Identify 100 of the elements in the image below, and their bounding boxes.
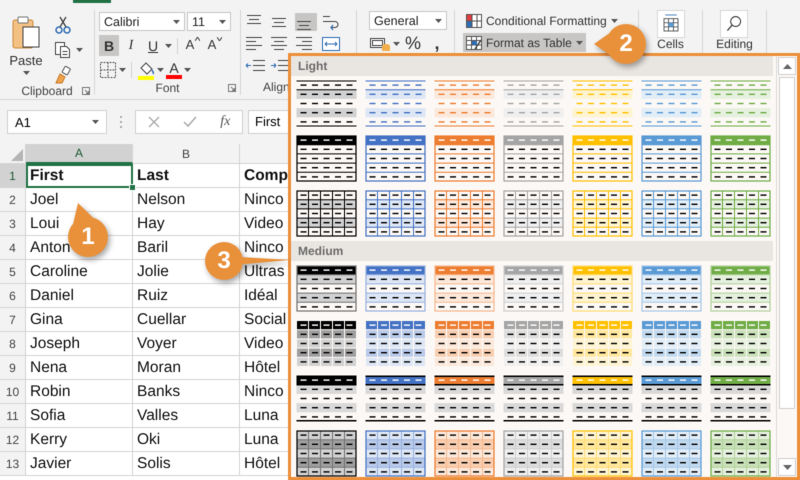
table-style-thumbnail[interactable] bbox=[641, 430, 702, 477]
down-arrow-icon[interactable] bbox=[782, 464, 792, 470]
row-header[interactable]: 10 bbox=[0, 380, 26, 404]
caret-icon[interactable] bbox=[435, 18, 442, 22]
conditional-formatting-icon[interactable] bbox=[466, 14, 482, 28]
table-style-thumbnail[interactable] bbox=[296, 80, 357, 127]
borders-icon[interactable] bbox=[99, 60, 117, 78]
table-style-thumbnail[interactable] bbox=[434, 190, 495, 237]
chevron-icon[interactable] bbox=[195, 37, 200, 41]
table-style-thumbnail[interactable] bbox=[503, 80, 564, 127]
table-style-thumbnail[interactable] bbox=[641, 190, 702, 237]
table-cell[interactable]: Last bbox=[133, 164, 240, 188]
table-style-thumbnail[interactable] bbox=[641, 320, 702, 367]
bold-button[interactable]: B bbox=[99, 35, 119, 56]
table-cell[interactable]: Nelson bbox=[133, 188, 240, 212]
number-format-dropdown[interactable]: General bbox=[369, 11, 447, 30]
caret-icon[interactable] bbox=[119, 68, 126, 72]
row-header[interactable]: 4 bbox=[0, 236, 26, 260]
table-style-thumbnail[interactable] bbox=[365, 190, 426, 237]
table-style-thumbnail[interactable] bbox=[296, 430, 357, 477]
formula-input[interactable]: First bbox=[248, 110, 288, 134]
table-style-thumbnail[interactable] bbox=[710, 430, 771, 477]
table-style-thumbnail[interactable] bbox=[434, 320, 495, 367]
table-style-thumbnail[interactable] bbox=[503, 135, 564, 182]
row-header[interactable]: 7 bbox=[0, 308, 26, 332]
caret-icon[interactable] bbox=[76, 48, 83, 52]
cells-button[interactable]: Cells bbox=[656, 10, 684, 51]
name-box[interactable]: A1 bbox=[7, 110, 107, 134]
table-style-thumbnail[interactable] bbox=[641, 135, 702, 182]
table-style-thumbnail[interactable] bbox=[434, 375, 495, 422]
table-cell[interactable]: Ruiz bbox=[133, 284, 240, 308]
row-header[interactable]: 11 bbox=[0, 404, 26, 428]
scroll-up-button[interactable] bbox=[778, 57, 796, 75]
row-header[interactable]: 5 bbox=[0, 260, 26, 284]
brush-icon[interactable] bbox=[54, 66, 72, 84]
table-style-thumbnail[interactable] bbox=[365, 80, 426, 127]
caret-icon[interactable] bbox=[393, 42, 400, 46]
row-header[interactable]: 1 bbox=[0, 164, 26, 188]
table-cell[interactable]: Nena bbox=[26, 356, 133, 380]
table-style-thumbnail[interactable] bbox=[365, 135, 426, 182]
table-cell[interactable]: Caroline bbox=[26, 260, 133, 284]
table-style-thumbnail[interactable] bbox=[296, 190, 357, 237]
table-brush-icon[interactable] bbox=[466, 36, 482, 50]
caret-icon[interactable] bbox=[219, 20, 226, 24]
caret-icon[interactable] bbox=[184, 68, 191, 72]
table-cell[interactable]: Voyer bbox=[133, 332, 240, 356]
row-header[interactable]: 12 bbox=[0, 428, 26, 452]
font-color-button[interactable]: A bbox=[166, 60, 182, 78]
insert-function-button[interactable]: fx bbox=[220, 114, 230, 130]
table-style-thumbnail[interactable] bbox=[434, 430, 495, 477]
table-style-thumbnail[interactable] bbox=[710, 80, 771, 127]
paste-button[interactable]: Paste bbox=[4, 10, 48, 84]
caret-icon[interactable] bbox=[22, 71, 30, 75]
table-cell[interactable]: Joseph bbox=[26, 332, 133, 356]
column-header[interactable]: A bbox=[26, 144, 133, 164]
dialog-launcher-icon[interactable] bbox=[228, 84, 236, 92]
clipboard-icon[interactable] bbox=[11, 16, 41, 50]
table-style-thumbnail[interactable] bbox=[365, 265, 426, 312]
table-icon[interactable] bbox=[656, 10, 684, 38]
table-style-thumbnail[interactable] bbox=[296, 320, 357, 367]
caret-icon[interactable] bbox=[92, 120, 99, 124]
row-header[interactable]: 3 bbox=[0, 212, 26, 236]
editing-button[interactable]: Editing bbox=[716, 10, 753, 51]
table-style-thumbnail[interactable] bbox=[296, 135, 357, 182]
table-cell[interactable]: Hay bbox=[133, 212, 240, 236]
table-style-thumbnail[interactable] bbox=[710, 190, 771, 237]
table-style-thumbnail[interactable] bbox=[365, 430, 426, 477]
table-cell[interactable]: Kerry bbox=[26, 428, 133, 452]
table-style-thumbnail[interactable] bbox=[710, 375, 771, 422]
table-cell[interactable]: Solis bbox=[133, 452, 240, 476]
copy-icon[interactable] bbox=[54, 41, 72, 59]
table-style-thumbnail[interactable] bbox=[365, 320, 426, 367]
table-cell[interactable]: Sofia bbox=[26, 404, 133, 428]
table-style-thumbnail[interactable] bbox=[572, 80, 633, 127]
table-style-thumbnail[interactable] bbox=[641, 80, 702, 127]
bottom-align-button[interactable] bbox=[295, 13, 317, 31]
table-style-thumbnail[interactable] bbox=[434, 135, 495, 182]
cut-icon[interactable] bbox=[54, 16, 72, 34]
table-style-thumbnail[interactable] bbox=[503, 430, 564, 477]
chevron-icon[interactable] bbox=[217, 37, 222, 41]
grow-font-button[interactable]: A bbox=[183, 35, 203, 56]
table-cell[interactable]: Gina bbox=[26, 308, 133, 332]
column-header[interactable]: B bbox=[133, 144, 240, 164]
table-cell[interactable]: Javier bbox=[26, 452, 133, 476]
font-name-dropdown[interactable]: Calibri bbox=[99, 12, 185, 31]
caret-icon[interactable] bbox=[165, 44, 172, 48]
table-cell[interactable]: Banks bbox=[133, 380, 240, 404]
table-cell[interactable]: First bbox=[26, 164, 133, 188]
table-style-thumbnail[interactable] bbox=[296, 265, 357, 312]
table-style-thumbnail[interactable] bbox=[710, 320, 771, 367]
row-header[interactable]: 8 bbox=[0, 332, 26, 356]
table-style-thumbnail[interactable] bbox=[641, 375, 702, 422]
caret-icon[interactable] bbox=[173, 20, 180, 24]
table-style-thumbnail[interactable] bbox=[710, 135, 771, 182]
table-cell[interactable]: Daniel bbox=[26, 284, 133, 308]
fill-color-icon[interactable] bbox=[137, 60, 155, 80]
table-style-thumbnail[interactable] bbox=[572, 375, 633, 422]
scroll-down-button[interactable] bbox=[778, 458, 796, 476]
table-cell[interactable]: Valles bbox=[133, 404, 240, 428]
table-cell[interactable]: Oki bbox=[133, 428, 240, 452]
